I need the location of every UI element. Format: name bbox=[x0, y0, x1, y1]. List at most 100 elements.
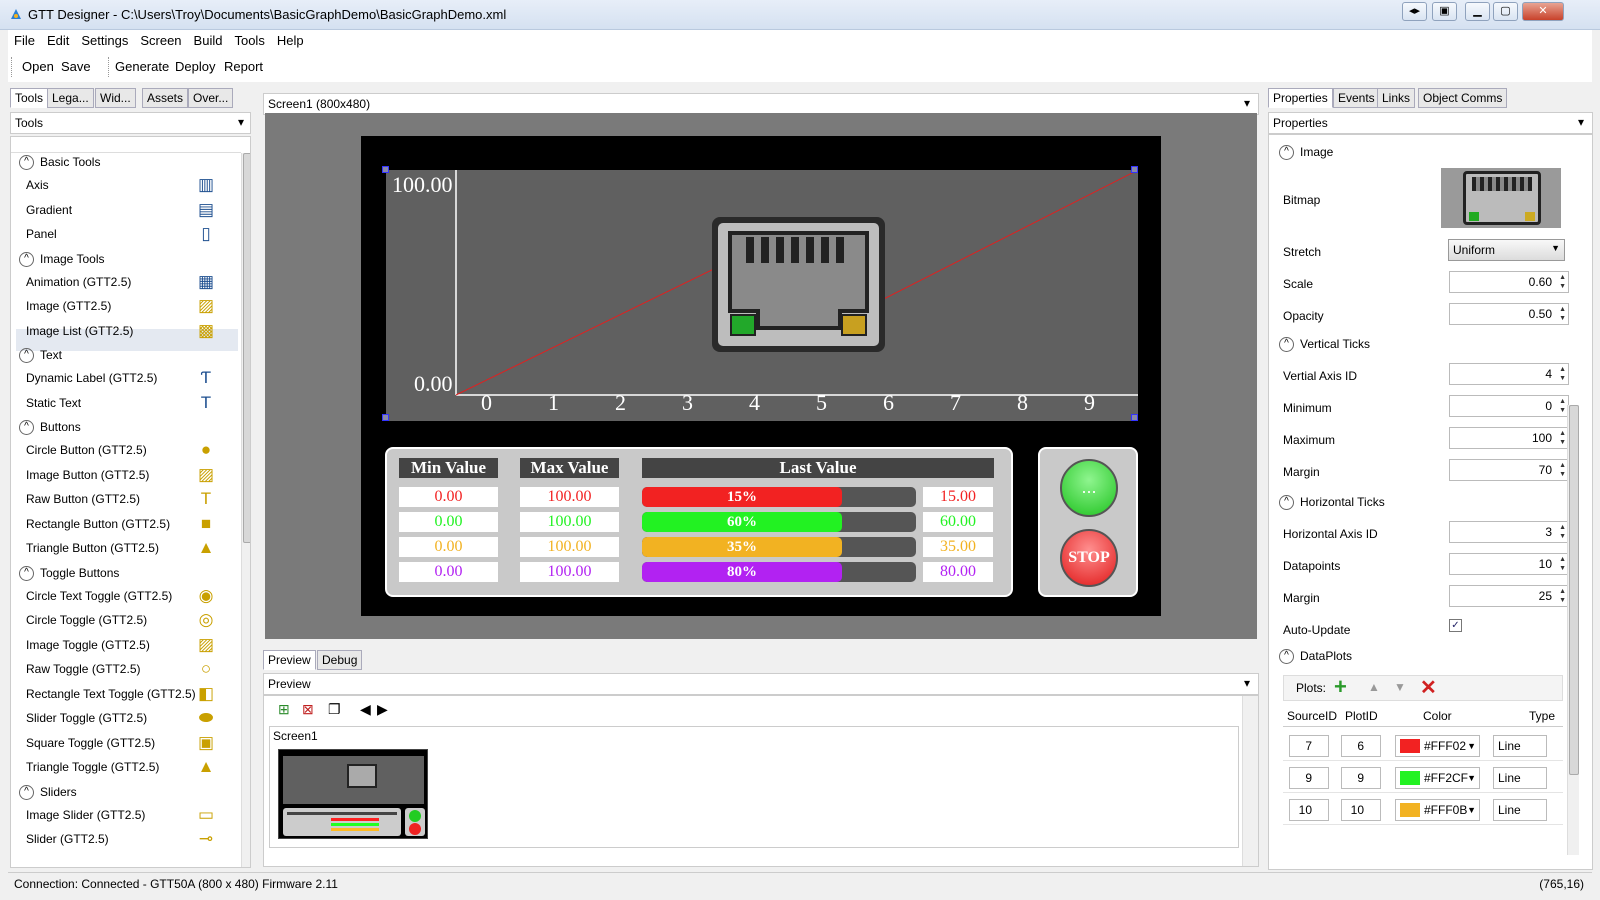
type-select[interactable]: Line bbox=[1493, 735, 1547, 757]
menu-screen[interactable]: Screen bbox=[134, 30, 187, 51]
tab-preview[interactable]: Preview bbox=[263, 650, 316, 670]
delete-screen-icon[interactable]: ⊠ bbox=[302, 701, 314, 718]
vertical-margin-input[interactable]: 70 ▲ ▼ bbox=[1449, 459, 1569, 481]
tools-scrollbar[interactable] bbox=[241, 153, 250, 867]
toolbar-grip[interactable] bbox=[108, 57, 111, 77]
vertical-axis-id-input[interactable]: 4 ▲ ▼ bbox=[1449, 363, 1569, 385]
plot-id-input[interactable]: 6 bbox=[1341, 735, 1381, 757]
tool-triangle-toggle-gtt2-5[interactable]: Triangle Toggle (GTT2.5) bbox=[26, 760, 159, 774]
screen-header[interactable]: Screen1 (800x480) ▾ bbox=[263, 93, 1259, 115]
preview-scrollbar[interactable] bbox=[1242, 696, 1258, 866]
spinner-icon[interactable]: ▲ ▼ bbox=[1559, 273, 1566, 291]
maximize-button[interactable]: ▢ bbox=[1493, 2, 1518, 21]
opacity-input[interactable]: 0.50 ▲ ▼ bbox=[1449, 303, 1569, 325]
plot-id-input[interactable]: 9 bbox=[1341, 767, 1381, 789]
selection-handle[interactable] bbox=[1131, 414, 1138, 421]
type-select[interactable]: Line bbox=[1493, 767, 1547, 789]
collapse-icon[interactable]: ^ bbox=[19, 251, 34, 267]
save-button[interactable]: Save bbox=[61, 59, 91, 74]
tool-animation-gtt2-5[interactable]: Animation (GTT2.5) bbox=[26, 275, 131, 289]
tool-rectangle-button-gtt2-5[interactable]: Rectangle Button (GTT2.5) bbox=[26, 517, 170, 531]
dataplots-section[interactable]: ^ DataPlots bbox=[1279, 649, 1352, 665]
tab-assets[interactable]: Assets bbox=[142, 88, 189, 108]
tool-raw-toggle-gtt2-5[interactable]: Raw Toggle (GTT2.5) bbox=[26, 662, 141, 676]
selection-handle[interactable] bbox=[382, 414, 389, 421]
section-sliders[interactable]: ^ Sliders bbox=[19, 785, 77, 800]
add-plot-icon[interactable]: + bbox=[1334, 674, 1347, 700]
next-icon[interactable]: ▶ bbox=[377, 701, 388, 718]
properties-scrollbar[interactable] bbox=[1567, 405, 1579, 855]
maximum-input[interactable]: 100 ▲ ▼ bbox=[1449, 427, 1569, 449]
menu-build[interactable]: Build bbox=[188, 30, 229, 51]
spinner-icon[interactable]: ▲ ▼ bbox=[1559, 461, 1566, 479]
collapse-icon[interactable]: ^ bbox=[19, 348, 34, 364]
go-button[interactable]: ... bbox=[1060, 459, 1118, 517]
spinner-icon[interactable]: ▲ ▼ bbox=[1559, 429, 1566, 447]
vertical-ticks-section[interactable]: ^ Vertical Ticks bbox=[1279, 337, 1370, 353]
collapse-icon[interactable]: ^ bbox=[1279, 145, 1294, 161]
spinner-icon[interactable]: ▲ ▼ bbox=[1559, 397, 1566, 415]
minimum-input[interactable]: 0 ▲ ▼ bbox=[1449, 395, 1569, 417]
tool-triangle-button-gtt2-5[interactable]: Triangle Button (GTT2.5) bbox=[26, 541, 159, 555]
duplicate-screen-icon[interactable]: ❐ bbox=[328, 701, 341, 718]
color-picker[interactable]: #FFF02 ▼ bbox=[1395, 735, 1480, 757]
tool-raw-button-gtt2-5[interactable]: Raw Button (GTT2.5) bbox=[26, 492, 140, 506]
datapoints-input[interactable]: 10 ▲ ▼ bbox=[1449, 553, 1569, 575]
tool-image-toggle-gtt2-5[interactable]: Image Toggle (GTT2.5) bbox=[26, 638, 150, 652]
menu-edit[interactable]: Edit bbox=[41, 30, 75, 51]
tool-slider-toggle-gtt2-5[interactable]: Slider Toggle (GTT2.5) bbox=[26, 711, 147, 725]
tab-links[interactable]: Links bbox=[1377, 88, 1416, 108]
tool-image-slider-gtt2-5[interactable]: Image Slider (GTT2.5) bbox=[26, 808, 145, 822]
type-select[interactable]: Line bbox=[1493, 799, 1547, 821]
bitmap-preview[interactable] bbox=[1441, 168, 1561, 228]
spinner-icon[interactable]: ▲ ▼ bbox=[1559, 523, 1566, 541]
section-basic-tools[interactable]: ^ Basic Tools bbox=[19, 155, 100, 171]
tool-circle-text-toggle-gtt2-5[interactable]: Circle Text Toggle (GTT2.5) bbox=[26, 589, 172, 603]
collapse-icon[interactable]: ^ bbox=[19, 420, 34, 436]
stop-button[interactable]: STOP bbox=[1060, 529, 1118, 587]
stretch-select[interactable]: Uniform ▼ bbox=[1448, 239, 1565, 261]
open-button[interactable]: Open bbox=[22, 59, 54, 74]
tool-static-text[interactable]: Static Text bbox=[26, 396, 81, 410]
tab-legacy[interactable]: Lega... bbox=[47, 88, 94, 108]
plot-id-input[interactable]: 10 bbox=[1341, 799, 1381, 821]
tool-image-list-gtt2-5[interactable]: Image List (GTT2.5) bbox=[26, 324, 133, 338]
horizontal-axis-id-input[interactable]: 3 ▲ ▼ bbox=[1449, 521, 1569, 543]
source-id-input[interactable]: 7 bbox=[1289, 735, 1329, 757]
minimize-button[interactable]: ▁ bbox=[1465, 2, 1490, 21]
tool-square-toggle-gtt2-5[interactable]: Square Toggle (GTT2.5) bbox=[26, 736, 155, 750]
source-id-input[interactable]: 9 bbox=[1289, 767, 1329, 789]
move-up-icon[interactable]: ▲ bbox=[1368, 680, 1380, 694]
image-section[interactable]: ^ Image bbox=[1279, 145, 1333, 161]
tool-image-button-gtt2-5[interactable]: Image Button (GTT2.5) bbox=[26, 468, 149, 482]
spinner-icon[interactable]: ▲ ▼ bbox=[1559, 555, 1566, 573]
spinner-icon[interactable]: ▲ ▼ bbox=[1559, 305, 1566, 323]
scroll-thumb[interactable] bbox=[243, 153, 250, 543]
menu-tools[interactable]: Tools bbox=[228, 30, 270, 51]
horizontal-ticks-section[interactable]: ^ Horizontal Ticks bbox=[1279, 495, 1385, 511]
report-button[interactable]: Report bbox=[224, 59, 263, 74]
source-id-input[interactable]: 10 bbox=[1289, 799, 1329, 821]
menu-file[interactable]: File bbox=[8, 30, 41, 51]
tab-properties[interactable]: Properties bbox=[1268, 88, 1333, 108]
section-buttons[interactable]: ^ Buttons bbox=[19, 420, 81, 436]
tab-events[interactable]: Events bbox=[1333, 88, 1380, 108]
tab-object-comms[interactable]: Object Comms bbox=[1418, 88, 1508, 108]
spinner-icon[interactable]: ▲ ▼ bbox=[1559, 365, 1566, 383]
tools-dropdown[interactable]: Tools ▾ bbox=[10, 112, 251, 134]
tool-gradient[interactable]: Gradient bbox=[26, 203, 72, 217]
auto-update-checkbox[interactable]: ✓ bbox=[1449, 619, 1462, 632]
ethernet-port-image[interactable] bbox=[712, 217, 885, 352]
restore-layout-icon[interactable]: ◂▸ bbox=[1402, 2, 1427, 21]
previous-icon[interactable]: ◀ bbox=[360, 701, 371, 718]
horizontal-margin-input[interactable]: 25 ▲ ▼ bbox=[1449, 585, 1569, 607]
tool-rectangle-text-toggle-gtt2-5[interactable]: Rectangle Text Toggle (GTT2.5) bbox=[26, 687, 196, 701]
menu-settings[interactable]: Settings bbox=[75, 30, 134, 51]
spinner-icon[interactable]: ▲ ▼ bbox=[1559, 587, 1566, 605]
selection-handle[interactable] bbox=[1131, 166, 1138, 173]
section-image-tools[interactable]: ^ Image Tools bbox=[19, 252, 104, 267]
collapse-icon[interactable]: ^ bbox=[1279, 495, 1294, 511]
tab-overview[interactable]: Over... bbox=[188, 88, 234, 108]
tab-tools[interactable]: Tools bbox=[10, 88, 49, 108]
selection-handle[interactable] bbox=[382, 166, 389, 173]
